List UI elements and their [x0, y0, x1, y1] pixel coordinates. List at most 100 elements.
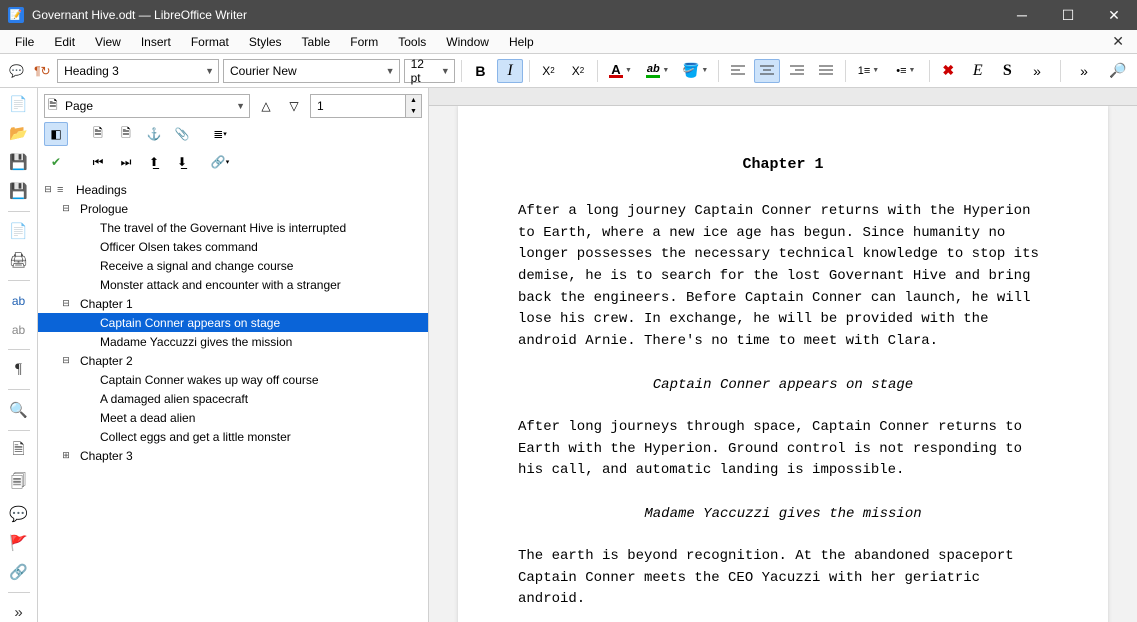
paragraph-bg-button[interactable]: 🪣▼ — [678, 59, 711, 83]
menu-view[interactable]: View — [85, 32, 131, 52]
save-icon[interactable]: 💾 — [8, 152, 30, 171]
maximize-button[interactable]: ☐ — [1045, 0, 1091, 30]
insert-doc-icon[interactable]: 🗎 — [8, 440, 30, 462]
tree-item[interactable]: ⊞Chapter 3 — [38, 446, 428, 465]
tree-item[interactable]: Collect eggs and get a little monster — [38, 427, 428, 446]
tree-item[interactable]: A damaged alien spacecraft — [38, 389, 428, 408]
nav-next-icon[interactable]: ▽ — [282, 94, 306, 118]
speech-bubble-icon[interactable]: 💬 — [6, 60, 28, 82]
save-as-icon[interactable]: 💾 — [8, 182, 30, 201]
autospell-icon[interactable]: ab — [8, 320, 30, 339]
align-center-button[interactable] — [754, 59, 780, 83]
tree-item[interactable]: ⊟Chapter 1 — [38, 294, 428, 313]
skip-fwd-icon[interactable]: ⏭ — [114, 150, 138, 174]
font-size-value: 12 pt — [411, 57, 435, 85]
search-icon[interactable]: 🔍 — [8, 400, 30, 419]
chevron-down-icon: ▼ — [380, 66, 395, 76]
cross-ref-icon[interactable]: 🔗 — [8, 563, 30, 582]
new-doc-icon[interactable]: 📄 — [8, 94, 30, 113]
spin-up-icon[interactable]: ▲ — [405, 95, 421, 106]
demote-level-icon[interactable]: ⬇̲ — [170, 150, 194, 174]
navigator-category-combo[interactable]: 🗎 Page ▼ — [44, 94, 250, 118]
tree-item[interactable]: ⊟Chapter 2 — [38, 351, 428, 370]
font-name-combo[interactable]: Courier New ▼ — [223, 59, 400, 83]
nav-prev-icon[interactable]: △ — [254, 94, 278, 118]
paragraph-style-combo[interactable]: Heading 3 ▼ — [57, 59, 219, 83]
tree-root[interactable]: ⊟ ≡ Headings — [38, 180, 428, 199]
tree-item[interactable]: Receive a signal and change course — [38, 256, 428, 275]
paragraph-style-value: Heading 3 — [64, 64, 119, 78]
page-number-input[interactable]: 1 ▲▼ — [310, 94, 422, 118]
list-menu-icon[interactable]: ≣▾ — [208, 122, 232, 146]
export-pdf-icon[interactable]: 📄 — [8, 222, 30, 241]
tree-item[interactable]: ⊟Prologue — [38, 199, 428, 218]
pilcrow-icon[interactable]: ¶ — [8, 360, 30, 379]
ruler[interactable] — [429, 88, 1137, 106]
insert-copy-icon[interactable]: 🗐 — [8, 472, 30, 494]
heading-scene: Captain Conner appears on stage — [518, 377, 1048, 393]
numbered-list-button[interactable]: 1≡▼ — [852, 59, 885, 83]
strong-style-button[interactable]: S — [995, 59, 1021, 83]
spellcheck-icon[interactable]: ab — [8, 291, 30, 310]
tree-item[interactable]: Meet a dead alien — [38, 408, 428, 427]
minimize-button[interactable]: ─ — [999, 0, 1045, 30]
italic-button[interactable]: I — [497, 59, 523, 83]
tree-item[interactable]: Madame Yaccuzzi gives the mission — [38, 332, 428, 351]
expander-icon[interactable]: ⊟ — [60, 298, 72, 309]
comment-icon[interactable]: 💬 — [8, 504, 30, 523]
tree-item[interactable]: Captain Conner wakes up way off course — [38, 370, 428, 389]
document-scroll[interactable]: Chapter 1 After a long journey Captain C… — [429, 106, 1137, 622]
expander-icon[interactable]: ⊞ — [60, 450, 72, 461]
skip-back-icon[interactable]: ⏮ — [86, 150, 110, 174]
align-left-button[interactable] — [725, 59, 751, 83]
anchor-icon[interactable]: ⚓ — [142, 122, 166, 146]
menu-edit[interactable]: Edit — [44, 32, 85, 52]
highlight-color-button[interactable]: ab ▼ — [641, 59, 674, 83]
open-icon[interactable]: 📂 — [8, 123, 30, 142]
toolbar-overflow-button[interactable]: » — [1024, 59, 1050, 83]
expander-icon[interactable]: ⊟ — [60, 355, 72, 366]
menu-format[interactable]: Format — [181, 32, 239, 52]
close-doc-icon[interactable]: ✕ — [1104, 31, 1132, 52]
menu-file[interactable]: File — [5, 32, 44, 52]
tree-item[interactable]: The travel of the Governant Hive is inte… — [38, 218, 428, 237]
document-page[interactable]: Chapter 1 After a long journey Captain C… — [458, 106, 1108, 622]
toolbar-overflow2-button[interactable]: » — [1071, 59, 1097, 83]
align-justify-button[interactable] — [813, 59, 839, 83]
toggle-master-icon[interactable]: 🗎 — [86, 122, 110, 146]
emphasis-style-button[interactable]: E — [965, 59, 991, 83]
spin-down-icon[interactable]: ▼ — [405, 106, 421, 117]
clear-formatting-button[interactable]: ✖ — [936, 59, 962, 83]
superscript-button[interactable]: X2 — [536, 59, 562, 83]
close-button[interactable]: ✕ — [1091, 0, 1137, 30]
menu-tools[interactable]: Tools — [388, 32, 436, 52]
accept-icon[interactable]: ✔ — [44, 150, 68, 174]
tree-item[interactable]: Captain Conner appears on stage — [38, 313, 428, 332]
menu-insert[interactable]: Insert — [131, 32, 181, 52]
attachment-icon[interactable]: 📎 — [170, 122, 194, 146]
tree-item[interactable]: Monster attack and encounter with a stra… — [38, 275, 428, 294]
bold-button[interactable]: B — [468, 59, 494, 83]
navigator-tree[interactable]: ⊟ ≡ Headings ⊟PrologueThe travel of the … — [38, 178, 428, 622]
update-style-icon[interactable]: ¶↻ — [32, 60, 54, 82]
expander-icon[interactable]: ⊟ — [60, 203, 72, 214]
find-replace-button[interactable]: 🔎 — [1105, 59, 1131, 83]
menu-styles[interactable]: Styles — [239, 32, 292, 52]
menu-window[interactable]: Window — [436, 32, 499, 52]
sidebar-overflow-icon[interactable]: » — [8, 603, 30, 622]
font-size-combo[interactable]: 12 pt ▼ — [404, 59, 455, 83]
content-view-button[interactable]: ◧ — [44, 122, 68, 146]
menu-form[interactable]: Form — [340, 32, 388, 52]
menu-help[interactable]: Help — [499, 32, 544, 52]
menu-table[interactable]: Table — [292, 32, 341, 52]
promote-level-icon[interactable]: ⬆̲ — [142, 150, 166, 174]
bookmark-icon[interactable]: 🚩 — [8, 534, 30, 553]
font-color-button[interactable]: A ▼ — [604, 59, 637, 83]
link-menu-icon[interactable]: 🔗▾ — [208, 150, 232, 174]
align-right-button[interactable] — [784, 59, 810, 83]
print-icon[interactable]: 🖨 — [8, 251, 30, 270]
subscript-button[interactable]: X2 — [565, 59, 591, 83]
header-footer-icon[interactable]: 🗎 — [114, 122, 138, 146]
tree-item[interactable]: Officer Olsen takes command — [38, 237, 428, 256]
bullet-list-button[interactable]: •≡▼ — [889, 59, 922, 83]
